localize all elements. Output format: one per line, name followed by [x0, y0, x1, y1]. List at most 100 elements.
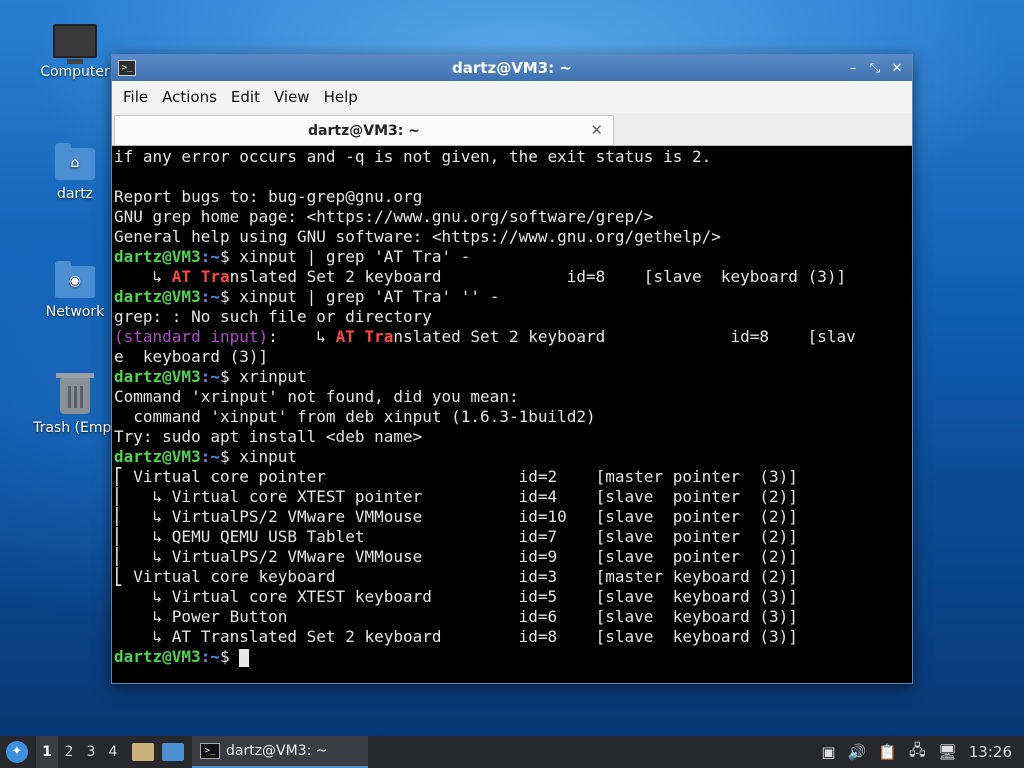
- workspace-1[interactable]: 1: [36, 736, 58, 768]
- taskbar-item-terminal[interactable]: >_ dartz@VM3: ~: [192, 736, 368, 768]
- terminal-line: ↳ AT Translated Set 2 keyboard id=8 [sla…: [114, 267, 912, 287]
- clock[interactable]: 13:26: [969, 743, 1012, 761]
- taskbar-item-label: dartz@VM3: ~: [226, 743, 328, 759]
- terminal-output[interactable]: if any error occurs and -q is not given,…: [114, 147, 912, 683]
- menu-file[interactable]: File: [116, 88, 155, 106]
- prompt-symbol: $: [219, 647, 240, 666]
- system-tray: ▣ 🔊 📋 🖧 🖥 13:26: [821, 740, 1024, 765]
- notification-icon[interactable]: ▣: [821, 743, 835, 761]
- window-titlebar[interactable]: >_ dartz@VM3: ~ – ⤡ ✕: [112, 55, 912, 81]
- output-text: Try: sudo apt install <deb name>: [114, 427, 423, 446]
- output-text: Report bugs to: bug-grep@gnu.org: [114, 187, 423, 206]
- text-cursor: [239, 648, 250, 667]
- desktop-icon-label: Trash (Empt: [33, 420, 117, 436]
- maximize-icon[interactable]: ⤡: [868, 61, 882, 76]
- prompt-symbol: $: [219, 447, 240, 466]
- workspace-2[interactable]: 2: [58, 744, 80, 760]
- terminal-line: dartz@VM3:~$: [114, 647, 912, 667]
- desktop-icon-label: Network: [45, 304, 105, 320]
- output-text: ↳ Virtual core XTEST keyboard id=5 [slav…: [114, 587, 798, 606]
- prompt-dir: :~: [200, 447, 220, 466]
- prompt-user: dartz@VM3: [114, 647, 201, 666]
- output-text: Command 'xrinput' not found, did you mea…: [114, 387, 519, 406]
- output-text: ⎡ Virtual core pointer id=2 [master poin…: [114, 467, 798, 486]
- terminal-line: (standard input): ↳ AT Translated Set 2 …: [114, 327, 912, 347]
- prompt-dir: :~: [200, 647, 220, 666]
- trash-icon: [56, 373, 94, 414]
- terminal-line: GNU grep home page: <https://www.gnu.org…: [114, 207, 912, 227]
- output-text: ⎜ ↳ QEMU QEMU USB Tablet id=7 [slave poi…: [114, 527, 798, 546]
- desktop-icon-label: Computer: [40, 64, 110, 80]
- prompt-symbol: $: [219, 367, 240, 386]
- terminal-app-icon[interactable]: >_: [118, 60, 136, 76]
- terminal-line: ⎜ ↳ VirtualPS/2 VMware VMMouse id=10 [sl…: [114, 507, 912, 527]
- menu-edit[interactable]: Edit: [224, 88, 267, 106]
- tab-close-icon[interactable]: ✕: [590, 121, 603, 139]
- start-menu-icon[interactable]: ✦: [6, 741, 28, 763]
- terminal-line: dartz@VM3:~$ xinput | grep 'AT Tra' '' -: [114, 287, 912, 307]
- volume-icon[interactable]: 🔊: [848, 743, 867, 761]
- prompt-dir: :~: [200, 287, 220, 306]
- desktop-icon-network[interactable]: ◉ Network: [27, 261, 123, 320]
- tab-bar: dartz@VM3: ~ ✕: [112, 113, 912, 146]
- terminal-line: ⎡ Virtual core pointer id=2 [master poin…: [114, 467, 912, 487]
- grep-filename: (standard input): [114, 327, 269, 346]
- terminal-line: dartz@VM3:~$ xinput | grep 'AT Tra' -: [114, 247, 912, 267]
- terminal-line: Try: sudo apt install <deb name>: [114, 427, 912, 447]
- terminal-line: if any error occurs and -q is not given,…: [114, 147, 912, 167]
- output-text: e keyboard (3)]: [114, 347, 269, 366]
- terminal-line: ⎜ ↳ Virtual core XTEST pointer id=4 [sla…: [114, 487, 912, 507]
- output-text: nslated Set 2 keyboard id=8 [slave keybo…: [229, 267, 847, 286]
- output-text: ↳ Power Button id=6 [slave keyboard (3)]: [114, 607, 798, 626]
- output-text: nslated Set 2 keyboard id=8 [slav: [393, 327, 856, 346]
- terminal-line: ⎜ ↳ QEMU QEMU USB Tablet id=7 [slave poi…: [114, 527, 912, 547]
- menu-help[interactable]: Help: [317, 88, 365, 106]
- terminal-window: >_ dartz@VM3: ~ – ⤡ ✕ File Actions Edit …: [111, 54, 913, 684]
- clipboard-icon[interactable]: 📋: [878, 743, 897, 761]
- output-text: if any error occurs and -q is not given,…: [114, 147, 712, 166]
- output-text: : ↳: [268, 327, 336, 346]
- desktop-icon-computer[interactable]: Computer: [27, 24, 123, 80]
- terminal-line: Report bugs to: bug-grep@gnu.org: [114, 187, 912, 207]
- terminal-line: dartz@VM3:~$ xinput: [114, 447, 912, 467]
- terminal-line: dartz@VM3:~$ xrinput: [114, 367, 912, 387]
- update-icon[interactable]: 🖥: [938, 743, 957, 761]
- output-text: General help using GNU software: <https:…: [114, 227, 721, 246]
- file-manager-icon[interactable]: [132, 743, 154, 761]
- prompt-symbol: $: [219, 287, 240, 306]
- menu-view[interactable]: View: [267, 88, 317, 106]
- desktop-icon-trash[interactable]: Trash (Empt: [27, 373, 123, 436]
- terminal-line: grep: : No such file or directory: [114, 307, 912, 327]
- menu-actions[interactable]: Actions: [155, 88, 224, 106]
- prompt-dir: :~: [200, 367, 220, 386]
- prompt-user: dartz@VM3: [114, 367, 201, 386]
- workspace-4[interactable]: 4: [102, 744, 124, 760]
- output-text: ⎣ Virtual core keyboard id=3 [master key…: [114, 567, 798, 586]
- taskbar: ✦ 1 2 3 4 >_ dartz@VM3: ~ ▣ 🔊 📋 🖧 🖥 13:2…: [0, 736, 1024, 768]
- prompt-user: dartz@VM3: [114, 447, 201, 466]
- tab-terminal[interactable]: dartz@VM3: ~ ✕: [114, 115, 614, 145]
- network-icon[interactable]: 🖧: [909, 740, 926, 765]
- workspace-3[interactable]: 3: [80, 744, 102, 760]
- menubar: File Actions Edit View Help: [112, 81, 912, 113]
- close-icon[interactable]: ✕: [890, 61, 904, 76]
- prompt-user: dartz@VM3: [114, 247, 201, 266]
- grep-match: AT Tra: [335, 327, 394, 346]
- command-text: xinput: [239, 447, 298, 466]
- grep-match: AT Tra: [171, 267, 230, 286]
- output-text: grep: : No such file or directory: [114, 307, 432, 326]
- desktop-icon-label: dartz: [56, 186, 94, 202]
- terminal-line: e keyboard (3)]: [114, 347, 912, 367]
- network-folder-icon: ◉: [55, 261, 95, 298]
- minimize-icon[interactable]: –: [846, 61, 860, 76]
- output-text: GNU grep home page: <https://www.gnu.org…: [114, 207, 654, 226]
- terminal-line: ↳ Virtual core XTEST keyboard id=5 [slav…: [114, 587, 912, 607]
- show-desktop-icon[interactable]: [162, 743, 184, 761]
- output-text: ↳: [114, 267, 172, 286]
- output-text: ↳ AT Translated Set 2 keyboard id=8 [sla…: [114, 627, 798, 646]
- tab-label: dartz@VM3: ~: [308, 122, 420, 139]
- terminal-line: ↳ AT Translated Set 2 keyboard id=8 [sla…: [114, 627, 912, 647]
- desktop-icon-home[interactable]: ⌂ dartz: [27, 143, 123, 202]
- terminal-icon: >_: [200, 743, 220, 759]
